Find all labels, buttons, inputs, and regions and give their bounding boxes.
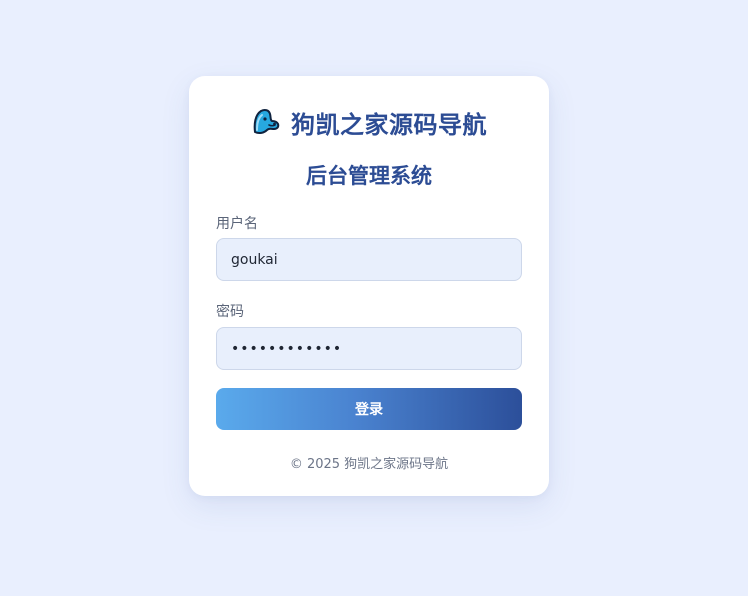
password-label: 密码	[216, 304, 244, 320]
username-input[interactable]	[216, 238, 522, 281]
mascot-logo-icon	[251, 107, 281, 137]
password-input[interactable]	[216, 327, 522, 370]
username-label: 用户名	[216, 216, 258, 232]
page-title: 后台管理系统	[306, 164, 432, 188]
login-button[interactable]: 登录	[216, 388, 522, 430]
brand-header: 狗凯之家源码导航	[189, 104, 549, 140]
brand-name: 狗凯之家源码导航	[291, 110, 487, 139]
login-card: 狗凯之家源码导航 后台管理系统 用户名 密码 登录 © 2025 狗凯之家源码导…	[189, 76, 549, 496]
copyright-footer: © 2025 狗凯之家源码导航	[289, 457, 449, 472]
